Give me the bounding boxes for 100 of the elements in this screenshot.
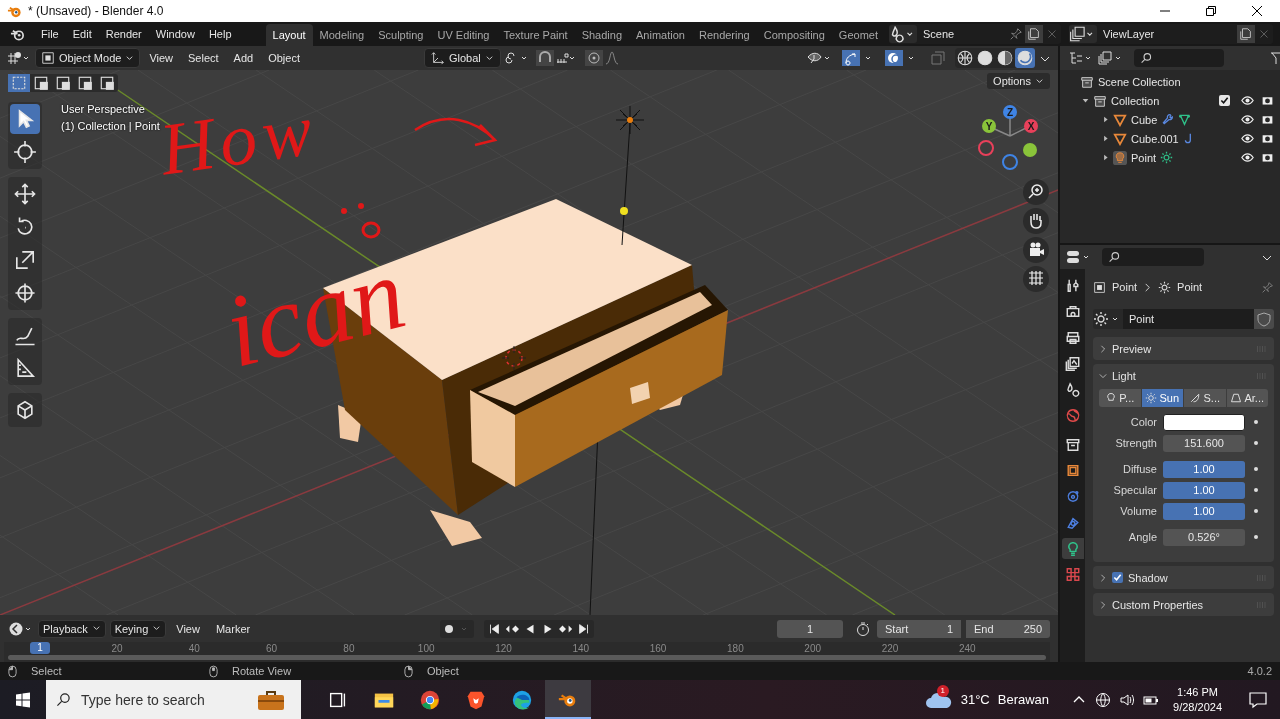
outliner-item[interactable]: Cube bbox=[1131, 113, 1158, 126]
clock-date[interactable]: 9/28/2024 bbox=[1173, 699, 1222, 715]
camera-icon[interactable] bbox=[1022, 236, 1050, 264]
menu-item[interactable]: View bbox=[143, 52, 180, 64]
axis-handle[interactable]: Z bbox=[1003, 105, 1017, 119]
outliner-item[interactable]: Point bbox=[1131, 151, 1157, 164]
axis-handle[interactable]: Y bbox=[982, 119, 996, 133]
workspace-tab[interactable]: Geomet bbox=[831, 24, 885, 46]
copy-icon[interactable] bbox=[1025, 25, 1043, 43]
menu-item[interactable]: Help bbox=[202, 28, 240, 40]
slider-field[interactable]: 1.00 bbox=[1163, 502, 1245, 520]
color-swatch[interactable] bbox=[1163, 413, 1245, 431]
panel-title[interactable]: Custom Properties bbox=[1112, 598, 1204, 611]
modifier-icon[interactable] bbox=[1161, 113, 1175, 126]
checkbox[interactable] bbox=[1219, 95, 1230, 106]
camera-icon[interactable] bbox=[1261, 151, 1274, 164]
axis-handle[interactable] bbox=[1023, 143, 1037, 157]
sun-icon[interactable] bbox=[1160, 151, 1174, 164]
menu-dropdown[interactable]: Playback bbox=[38, 619, 106, 638]
end-frame-field[interactable]: End 250 bbox=[966, 619, 1050, 638]
slider-field[interactable]: 1.00 bbox=[1163, 481, 1245, 499]
filter-icon[interactable] bbox=[1270, 50, 1280, 66]
outliner-item[interactable]: Scene Collection bbox=[1098, 75, 1181, 88]
search-input[interactable]: Type here to search bbox=[79, 690, 248, 709]
search-field[interactable] bbox=[1134, 49, 1224, 67]
mode-dropdown[interactable]: Object Mode bbox=[35, 48, 141, 68]
expand-arrow-icon[interactable] bbox=[1102, 154, 1109, 161]
start-frame-field[interactable]: Start 1 bbox=[877, 619, 961, 638]
tool-icon[interactable] bbox=[10, 104, 40, 134]
number-field[interactable]: 151.600 bbox=[1163, 434, 1245, 452]
slider-field[interactable]: 1.00 bbox=[1163, 460, 1245, 478]
workspace-tab[interactable]: Sculpting bbox=[371, 24, 431, 46]
eye-icon[interactable] bbox=[1241, 132, 1254, 145]
notifications-icon[interactable] bbox=[1248, 689, 1268, 710]
scrollbar[interactable] bbox=[8, 655, 1046, 660]
keyframe-dot-icon[interactable] bbox=[1253, 440, 1259, 446]
menu-item[interactable]: View bbox=[170, 622, 206, 635]
workspace-tab[interactable]: Texture Paint bbox=[496, 24, 575, 46]
keyframe-dot-icon[interactable] bbox=[1253, 466, 1259, 472]
camera-icon[interactable] bbox=[1261, 132, 1274, 145]
options-dropdown[interactable]: Options bbox=[987, 73, 1050, 89]
menu-dropdown[interactable]: Keying bbox=[109, 619, 167, 638]
pin-icon[interactable] bbox=[1261, 280, 1274, 294]
expand-arrow-icon[interactable] bbox=[1102, 135, 1109, 142]
axis-handle[interactable]: X bbox=[1024, 119, 1038, 133]
view-layer-icon[interactable] bbox=[1069, 25, 1097, 43]
workspace-tab[interactable]: Compositing bbox=[756, 24, 832, 46]
camera-icon[interactable] bbox=[1261, 94, 1274, 107]
menu-item[interactable]: Render bbox=[99, 28, 150, 40]
frame-ruler[interactable]: 1 20 40 60 80 100 120 140 160 180 200 220 240 bbox=[4, 642, 1050, 662]
workspace-tab[interactable]: UV Editing bbox=[430, 24, 497, 46]
axis-handle[interactable] bbox=[1002, 154, 1018, 170]
copy-icon[interactable] bbox=[1237, 25, 1255, 43]
menu-item[interactable]: Edit bbox=[66, 28, 100, 40]
outliner-item[interactable]: Collection bbox=[1111, 94, 1160, 107]
expand-arrow-icon[interactable] bbox=[1082, 97, 1089, 104]
fake-user-shield-icon[interactable] bbox=[1254, 309, 1274, 329]
axis-handle[interactable] bbox=[978, 140, 994, 156]
keyframe-dot-icon[interactable] bbox=[1253, 534, 1259, 540]
outliner-item[interactable]: Cube.001 bbox=[1131, 132, 1179, 145]
shading-mode-icon[interactable] bbox=[975, 48, 995, 68]
keyframe-dot-icon[interactable] bbox=[1253, 419, 1259, 425]
light-type-button[interactable]: Sun bbox=[1141, 389, 1183, 407]
menu-item[interactable]: Add bbox=[227, 52, 260, 64]
zoom-icon[interactable] bbox=[1022, 178, 1050, 206]
menu-item[interactable]: File bbox=[35, 28, 67, 40]
light-data-selector-icon[interactable] bbox=[1093, 309, 1123, 329]
panel-title[interactable]: Shadow bbox=[1128, 571, 1168, 584]
light-type-button[interactable]: S... bbox=[1184, 389, 1226, 407]
speaker-icon[interactable] bbox=[1119, 691, 1136, 708]
keyframe-dot-icon[interactable] bbox=[1253, 487, 1259, 493]
grid-icon[interactable] bbox=[1022, 265, 1050, 293]
auto-keying-icon[interactable] bbox=[439, 619, 474, 638]
menu-item[interactable]: Select bbox=[182, 52, 225, 64]
current-frame-field[interactable]: 1 bbox=[777, 619, 843, 638]
eye-icon[interactable] bbox=[1241, 94, 1254, 107]
workspace-tab[interactable]: Shading bbox=[574, 24, 630, 46]
expand-arrow-icon[interactable] bbox=[1102, 116, 1109, 123]
data-name-field[interactable]: Point bbox=[1123, 309, 1254, 329]
clock-time[interactable]: 1:46 PM bbox=[1177, 684, 1218, 700]
light-type-button[interactable]: P... bbox=[1099, 389, 1141, 407]
shading-mode-icon[interactable] bbox=[1015, 48, 1035, 68]
orientation-dropdown[interactable]: Global bbox=[424, 48, 501, 68]
pan-hand-icon[interactable] bbox=[1022, 207, 1050, 235]
shading-mode-icon[interactable] bbox=[995, 48, 1015, 68]
workspace-tab[interactable]: Animation bbox=[629, 24, 692, 46]
workspace-tab[interactable]: Modeling bbox=[312, 24, 372, 46]
scene-selector-icon[interactable] bbox=[889, 25, 917, 43]
vertex-group-icon[interactable] bbox=[1178, 113, 1192, 126]
eye-icon[interactable] bbox=[1241, 113, 1254, 126]
playhead[interactable]: 1 bbox=[30, 642, 50, 654]
menu-item[interactable]: Object bbox=[262, 52, 306, 64]
number-field[interactable]: 0.526° bbox=[1163, 528, 1245, 546]
viewport[interactable]: How ican Options User Perspective (1) Collection | Point Z Y X bbox=[0, 70, 1058, 615]
shading-mode-icon[interactable] bbox=[955, 48, 975, 68]
menu-item[interactable]: Window bbox=[149, 28, 203, 40]
checkbox[interactable] bbox=[1112, 572, 1123, 583]
search-field[interactable] bbox=[1102, 248, 1204, 266]
search-field[interactable]: Type here to search bbox=[46, 680, 301, 719]
workspace-tab[interactable]: Layout bbox=[265, 24, 313, 46]
